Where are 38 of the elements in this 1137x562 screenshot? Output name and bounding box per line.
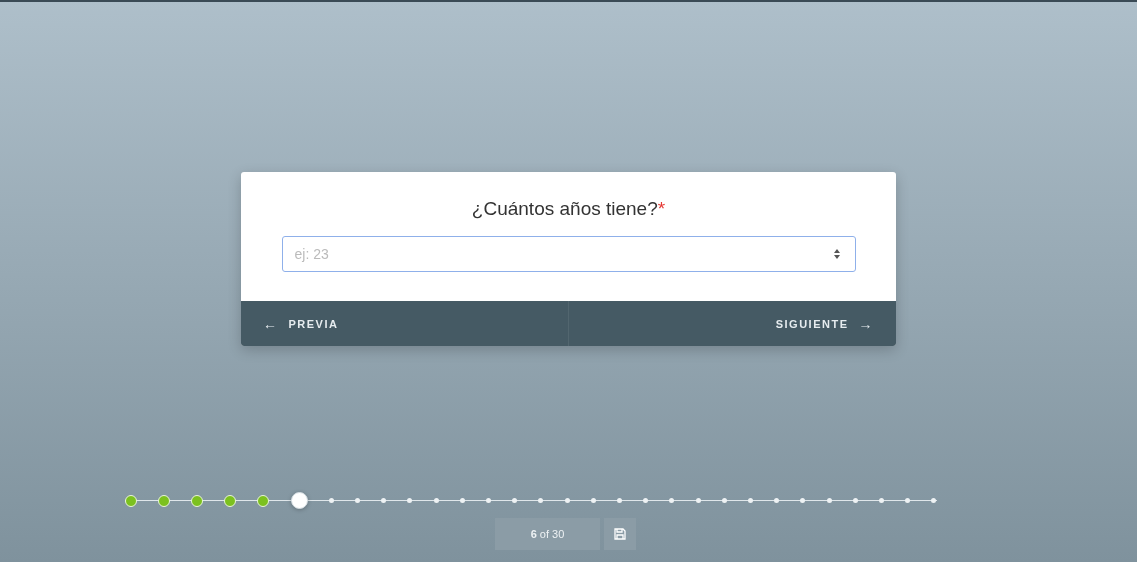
progress-step[interactable]	[695, 498, 701, 503]
progress-step[interactable]	[224, 494, 237, 507]
progress-step[interactable]	[774, 498, 780, 503]
progress-step[interactable]	[381, 498, 387, 503]
progress-step[interactable]	[190, 494, 203, 507]
next-button[interactable]: SIGUIENTE →	[569, 301, 896, 346]
progress-step[interactable]	[826, 498, 832, 503]
progress-step[interactable]	[354, 498, 360, 503]
progress-step[interactable]	[721, 498, 727, 503]
progress-step[interactable]	[433, 498, 439, 503]
progress-step[interactable]	[747, 498, 753, 503]
progress-step[interactable]	[538, 498, 544, 503]
progress-step[interactable]	[669, 498, 675, 503]
progress-step[interactable]	[328, 498, 334, 503]
spinner-icon[interactable]	[833, 248, 840, 260]
progress-step[interactable]	[257, 494, 270, 507]
progress-step[interactable]	[800, 498, 806, 503]
question-title: ¿Cuántos años tiene?	[471, 198, 658, 219]
progress-step[interactable]	[564, 498, 570, 503]
progress-step[interactable]	[852, 498, 858, 503]
progress-step[interactable]	[124, 494, 137, 507]
progress-step[interactable]	[290, 492, 308, 509]
progress-step[interactable]	[931, 498, 937, 503]
step-counter: 6 of 30	[495, 518, 600, 550]
progress-step[interactable]	[590, 498, 596, 503]
required-mark: *	[657, 198, 666, 219]
progress-step[interactable]	[905, 498, 911, 503]
progress-step[interactable]	[616, 498, 622, 503]
progress-step[interactable]	[407, 498, 413, 503]
progress-step[interactable]	[643, 498, 649, 503]
progress-step[interactable]	[485, 498, 491, 503]
save-button[interactable]	[604, 518, 636, 550]
previous-button[interactable]: ← PREVIA	[241, 301, 569, 346]
progress-step[interactable]	[512, 498, 518, 503]
progress-step[interactable]	[157, 494, 170, 507]
number-field[interactable]: ej: 23	[281, 236, 856, 272]
progress-step[interactable]	[879, 498, 884, 503]
progress-step[interactable]	[459, 498, 465, 503]
